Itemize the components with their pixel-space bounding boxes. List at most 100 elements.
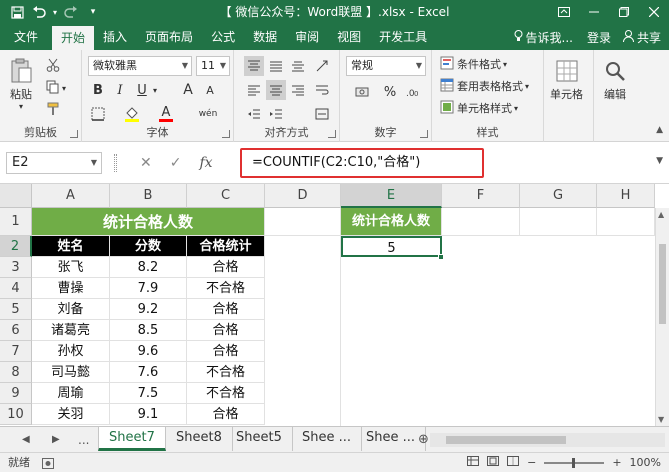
align-right-icon[interactable] (288, 80, 308, 100)
copy-button[interactable]: ▾ (46, 78, 66, 98)
vertical-scroll-thumb[interactable] (659, 244, 666, 324)
fill-handle[interactable] (438, 254, 444, 260)
table-cell[interactable]: 合格 (187, 341, 265, 362)
number-format-combo[interactable]: 常规 ▼ (346, 56, 426, 76)
sheet-next-icon[interactable]: ▶ (52, 427, 60, 453)
format-table-button[interactable]: 套用表格格式 ▾ (440, 76, 529, 96)
table-cell[interactable]: 周瑜 (32, 383, 110, 404)
name-box[interactable]: E2 ▼ (6, 152, 102, 174)
undo-icon[interactable] (28, 1, 50, 23)
cell-f1[interactable] (442, 208, 520, 236)
table-title-cell[interactable]: 统计合格人数 (32, 208, 265, 236)
row-header-8[interactable]: 8 (0, 362, 32, 383)
zoom-out-button[interactable]: − (527, 453, 536, 472)
grow-font-button[interactable]: A (178, 80, 198, 100)
decimal-icon[interactable]: .0 0 (404, 82, 424, 102)
number-launcher-icon[interactable] (420, 130, 428, 138)
formula-bar-grip[interactable] (114, 154, 117, 172)
zoom-slider[interactable] (544, 458, 605, 468)
table-cell[interactable]: 曹操 (32, 278, 110, 299)
tab-file[interactable]: 文件 (0, 24, 52, 50)
font-size-combo[interactable]: 11 ▼ (196, 56, 230, 76)
signin-link[interactable]: 登录 (579, 29, 619, 46)
table-cell[interactable]: 不合格 (187, 362, 265, 383)
cut-button[interactable] (46, 56, 60, 76)
add-sheet-icon[interactable]: ⊕ (418, 427, 429, 453)
close-icon[interactable] (639, 0, 669, 24)
worksheet-grid[interactable]: A B C D E F G H 1 2 3 4 5 6 7 8 9 10 统计合… (0, 184, 669, 426)
customize-icon[interactable]: ▾ (82, 1, 104, 23)
undo-dropdown-icon[interactable]: ▾ (50, 1, 60, 23)
table-cell[interactable]: 8.5 (110, 320, 187, 341)
zoom-level[interactable]: 100% (630, 453, 661, 472)
redo-icon[interactable] (60, 1, 82, 23)
empty-cells-area[interactable] (265, 208, 655, 426)
row-header-2[interactable]: 2 (0, 236, 32, 257)
table-cell[interactable]: 关羽 (32, 404, 110, 425)
table-cell[interactable]: 7.9 (110, 278, 187, 299)
row-header-3[interactable]: 3 (0, 257, 32, 278)
borders-button[interactable] (88, 104, 108, 124)
enter-icon[interactable]: ✓ (170, 155, 182, 171)
paste-button[interactable]: 粘贴 ▾ (6, 56, 36, 111)
conditional-format-button[interactable]: 条件格式 ▾ (440, 54, 507, 74)
table-cell[interactable]: 张飞 (32, 257, 110, 278)
table-cell[interactable]: 司马懿 (32, 362, 110, 383)
tab-review[interactable]: 审阅 (286, 24, 328, 50)
sheet-tab-sheet5[interactable]: Sheet5 (226, 427, 293, 451)
clipboard-launcher-icon[interactable] (70, 130, 78, 138)
row-header-4[interactable]: 4 (0, 278, 32, 299)
alignment-launcher-icon[interactable] (328, 130, 336, 138)
header-pass[interactable]: 合格统计 (187, 236, 265, 257)
row-header-7[interactable]: 7 (0, 341, 32, 362)
italic-button[interactable]: I (110, 80, 130, 100)
shrink-font-button[interactable]: A (200, 80, 220, 100)
align-top-icon[interactable] (244, 56, 264, 76)
font-color-button[interactable]: A (156, 104, 176, 124)
horizontal-scrollbar[interactable] (430, 433, 665, 447)
header-name[interactable]: 姓名 (32, 236, 110, 257)
column-header-g[interactable]: G (520, 184, 597, 208)
table-cell[interactable]: 孙权 (32, 341, 110, 362)
column-header-e[interactable]: E (341, 184, 442, 208)
sheet-tab-sheet8[interactable]: Sheet8 (166, 427, 233, 451)
column-header-a[interactable]: A (32, 184, 110, 208)
cells-button[interactable]: 单元格 (550, 56, 583, 102)
vertical-scrollbar[interactable]: ▲ ▼ (655, 208, 669, 426)
underline-button[interactable]: U (132, 80, 152, 100)
scroll-up-icon[interactable]: ▲ (658, 210, 664, 219)
tab-formulas[interactable]: 公式 (202, 24, 244, 50)
zoom-slider-knob[interactable] (572, 458, 576, 468)
font-name-combo[interactable]: 微软雅黑 ▼ (88, 56, 192, 76)
share-button[interactable]: 共享 (619, 29, 669, 46)
cell-h1[interactable] (597, 208, 655, 236)
table-cell[interactable]: 合格 (187, 404, 265, 425)
font-launcher-icon[interactable] (222, 130, 230, 138)
table-cell[interactable]: 合格 (187, 257, 265, 278)
column-header-f[interactable]: F (442, 184, 520, 208)
fill-color-button[interactable] (122, 104, 142, 124)
editing-button[interactable]: 编辑 (600, 56, 630, 102)
cell-styles-button[interactable]: 单元格样式 ▾ (440, 98, 518, 118)
tab-insert[interactable]: 插入 (94, 24, 136, 50)
format-painter-button[interactable] (46, 100, 60, 120)
normal-view-icon[interactable] (467, 453, 480, 472)
table-cell[interactable]: 7.5 (110, 383, 187, 404)
select-all-button[interactable] (0, 184, 32, 208)
page-layout-view-icon[interactable] (487, 453, 500, 472)
table-cell[interactable]: 不合格 (187, 278, 265, 299)
header-score[interactable]: 分数 (110, 236, 187, 257)
sheet-prev-icon[interactable]: ◀ (22, 427, 30, 453)
cell-d1[interactable] (265, 208, 341, 236)
table-cell[interactable]: 诸葛亮 (32, 320, 110, 341)
tab-page-layout[interactable]: 页面布局 (136, 24, 202, 50)
align-left-icon[interactable] (244, 80, 264, 100)
zoom-in-button[interactable]: + (612, 453, 621, 472)
insert-function-icon[interactable]: fx (199, 155, 212, 171)
row-header-9[interactable]: 9 (0, 383, 32, 404)
sheet-tab-shee-a[interactable]: Shee ... (292, 427, 363, 451)
align-middle-icon[interactable] (266, 56, 286, 76)
row-header-1[interactable]: 1 (0, 208, 32, 236)
table-cell[interactable]: 不合格 (187, 383, 265, 404)
wrap-text-icon[interactable] (312, 80, 332, 100)
